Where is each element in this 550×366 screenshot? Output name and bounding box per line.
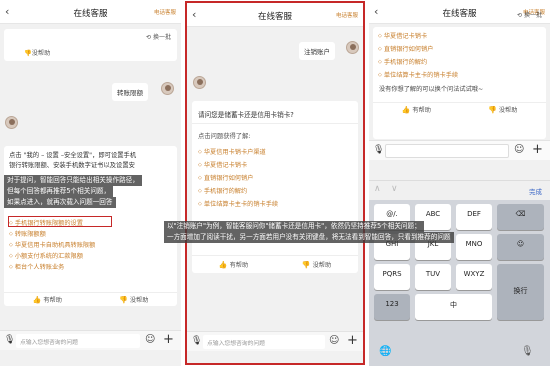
feedback-no-button[interactable]: 👎没帮助 — [488, 105, 517, 114]
key-language-switch[interactable]: 中 — [415, 294, 492, 320]
emoji-icon[interactable]: ☺ — [145, 334, 155, 345]
feedback-no-button[interactable]: 👎没帮助 — [119, 295, 148, 304]
user-message-bubble: 转账限额 — [112, 83, 148, 101]
bullet-icon: ◇ — [198, 187, 202, 194]
microphone-icon[interactable]: 🎙 — [373, 145, 384, 156]
done-button[interactable]: 完成 — [529, 186, 542, 196]
related-question[interactable]: ◇ 手机银行转账限额的设置 — [9, 217, 95, 228]
key-pqrs[interactable]: PQRS — [374, 264, 410, 290]
arrow-down-icon[interactable]: ∨ — [391, 184, 398, 194]
enter-key[interactable]: 换行 — [497, 264, 544, 320]
related-question[interactable]: ◇ 直销银行如何销户 — [378, 42, 458, 55]
related-question[interactable]: ◇ 华夏信用卡自助机具转账限额 — [9, 239, 95, 250]
emoji-icon[interactable]: ☺ — [514, 144, 524, 155]
answer-text-line2: 银行转账限额、安装手机数字证书以及设置安 — [9, 162, 135, 169]
bot-avatar — [5, 116, 18, 129]
related-question[interactable]: ◇ 直销银行如何销户 — [198, 171, 278, 184]
input-bar: 🎙 点输入您想咨询的问题 ☺ + — [187, 331, 363, 351]
bot-avatar — [193, 76, 206, 89]
bullet-icon: ◇ — [9, 252, 13, 259]
annotation-line: 一方面增加了阅读干扰，另一方面若用户没有关闭键盘，将无法看到智能回答，只看到推荐… — [164, 232, 454, 243]
chat-header: ‹ 在线客服 电话客服 — [187, 3, 363, 27]
related-question[interactable]: ◇ 单位结算卡主卡的销卡手续 — [198, 197, 278, 210]
phone-service-link[interactable]: 电话客服 — [154, 8, 176, 16]
emoji-icon[interactable]: ☺ — [329, 335, 339, 346]
refresh-button[interactable]: ⟲ 换一批 — [146, 32, 171, 41]
annotation-line: 如果点进入，就再次载入问题一回答 — [4, 197, 116, 208]
arrow-up-icon[interactable]: ∧ — [374, 184, 381, 194]
question-input[interactable] — [385, 144, 509, 158]
related-question[interactable]: ◇ 小额支付系统的汇款限额 — [9, 250, 95, 261]
related-question[interactable]: ◇ 华夏信用卡销卡户渠道 — [198, 145, 278, 158]
backspace-key[interactable]: ⌫ — [497, 204, 544, 230]
microphone-icon[interactable]: 🎙 — [521, 346, 534, 357]
bullet-icon: ◇ — [378, 32, 382, 39]
key-smiley[interactable]: ☺ — [497, 234, 544, 260]
feedback-no-button[interactable]: 👎没帮助 — [24, 48, 50, 57]
feedback-no-button[interactable]: 👎没帮助 — [302, 260, 331, 269]
bullet-icon: ◇ — [378, 71, 382, 78]
feedback-yes-button[interactable]: 👍 有帮助 — [219, 260, 248, 269]
related-question[interactable]: ◇ 手机银行的解约 — [378, 55, 458, 68]
related-question[interactable]: ◇ 华夏借记卡销卡 — [198, 158, 278, 171]
bullet-icon: ◇ — [198, 174, 202, 181]
bullet-icon: ◇ — [9, 219, 13, 226]
bullet-icon: ◇ — [9, 263, 13, 270]
bullet-icon: ◇ — [378, 45, 382, 52]
question-input[interactable]: 点输入您想咨询的问题 — [203, 335, 325, 349]
plus-icon[interactable]: + — [532, 142, 543, 157]
chat-panel-transfer-limit: ‹ 在线客服 电话客服 ⟲ 换一批 👎没帮助 转账限额 点击 "我的 – 设置 … — [0, 0, 181, 366]
plus-icon[interactable]: + — [163, 332, 174, 347]
annotation-line: 以"注销账户"为例，智能客服问你"储蓄卡还是信用卡"，依然仍坚持推荐5个相关问题… — [164, 221, 424, 232]
annotation-line: 但每个回答都再推荐5个相关问题， — [4, 186, 114, 197]
key-mno[interactable]: MNO — [456, 234, 492, 260]
feedback-yes-button[interactable]: 👍 有帮助 — [402, 105, 431, 114]
user-avatar — [161, 82, 174, 95]
key-wxyz[interactable]: WXYZ — [456, 264, 492, 290]
bullet-icon: ◇ — [378, 58, 382, 65]
related-question[interactable]: ◇ 手机银行的解约 — [198, 184, 278, 197]
phone-service-link[interactable]: 电话客服 — [336, 11, 358, 19]
not-found-text: 没有你想了解的可以换个问法试试哦~ — [379, 86, 484, 93]
key-123[interactable]: 123 — [374, 294, 410, 320]
chat-panel-keyboard: ‹ 在线客服 电话客服 ◇ 华夏借记卡销卡 ◇ 直销银行如何销户 ◇ 手机银行的解约 … — [369, 0, 550, 366]
microphone-icon[interactable]: 🎙 — [191, 336, 202, 347]
bot-answer-card: 请问您是储蓄卡还是信用卡销卡? 点击问题获得了解: ◇ 华夏信用卡销卡户渠道 ◇ 华… — [192, 101, 358, 273]
bullet-icon: ◇ — [198, 148, 202, 155]
refresh-button[interactable]: ⟲ 换一批 — [517, 10, 542, 19]
bullet-icon: ◇ — [9, 241, 13, 248]
key-tuv[interactable]: TUV — [415, 264, 451, 290]
globe-icon[interactable]: 🌐 — [379, 346, 391, 357]
bullet-icon: ◇ — [198, 200, 202, 207]
prev-answer-card: ⟲ 换一批 👎没帮助 — [4, 29, 177, 61]
user-message-bubble: 注销账户 — [299, 42, 335, 60]
input-bar: 🎙 点输入您想咨询的问题 ☺ + — [0, 330, 181, 350]
keyboard-toolbar: ∧ ∨ 完成 — [369, 180, 550, 200]
feedback-row: 👍 有帮助 👎 没帮助 — [373, 102, 546, 116]
bot-answer-card: 点击 "我的 – 设置 –安全设置"，即可设置手机 银行转账限额、安装手机数字证… — [4, 146, 177, 306]
annotation-line: 对于提问，智能回答只能给出相关操作路径， — [4, 175, 142, 186]
related-question[interactable]: ◇ 单位结算卡主卡的销卡手续 — [378, 68, 458, 81]
card-question-text: 请问您是储蓄卡还是信用卡销卡? — [198, 111, 294, 119]
answer-text-line1: 点击 "我的 – 设置 –安全设置"，即可设置手机 — [9, 152, 137, 159]
related-question[interactable]: ◇ 转账限额额 — [9, 228, 95, 239]
microphone-icon[interactable]: 🎙 — [4, 335, 15, 346]
input-bar: 🎙 ☺ + — [369, 140, 550, 160]
chat-header: ‹ 在线客服 电话客服 — [0, 0, 181, 24]
bullet-icon: ◇ — [198, 161, 202, 168]
intro-text: 点击问题获得了解: — [198, 133, 251, 140]
user-avatar — [346, 41, 359, 54]
related-question[interactable]: ◇ 柜台个人转账业务 — [9, 261, 95, 272]
feedback-row: 👍 有帮助 👎 没帮助 — [192, 255, 358, 273]
key-def[interactable]: DEF — [456, 204, 492, 230]
plus-icon[interactable]: + — [347, 333, 358, 348]
feedback-row: 👍 有帮助 👎 没帮助 — [4, 292, 177, 306]
feedback-yes-button[interactable]: 👍 有帮助 — [33, 295, 62, 304]
question-input[interactable]: 点输入您想咨询的问题 — [16, 334, 140, 348]
bot-answer-card: ◇ 华夏借记卡销卡 ◇ 直销银行如何销户 ◇ 手机银行的解约 ◇ 单位结算卡主卡的销卡手… — [373, 27, 546, 139]
chat-panel-cancel-account: ‹ 在线客服 电话客服 注销账户 请问您是储蓄卡还是信用卡销卡? 点击问题获得了… — [185, 1, 365, 365]
related-question[interactable]: ◇ 华夏借记卡销卡 — [378, 29, 458, 42]
bullet-icon: ◇ — [9, 230, 13, 237]
